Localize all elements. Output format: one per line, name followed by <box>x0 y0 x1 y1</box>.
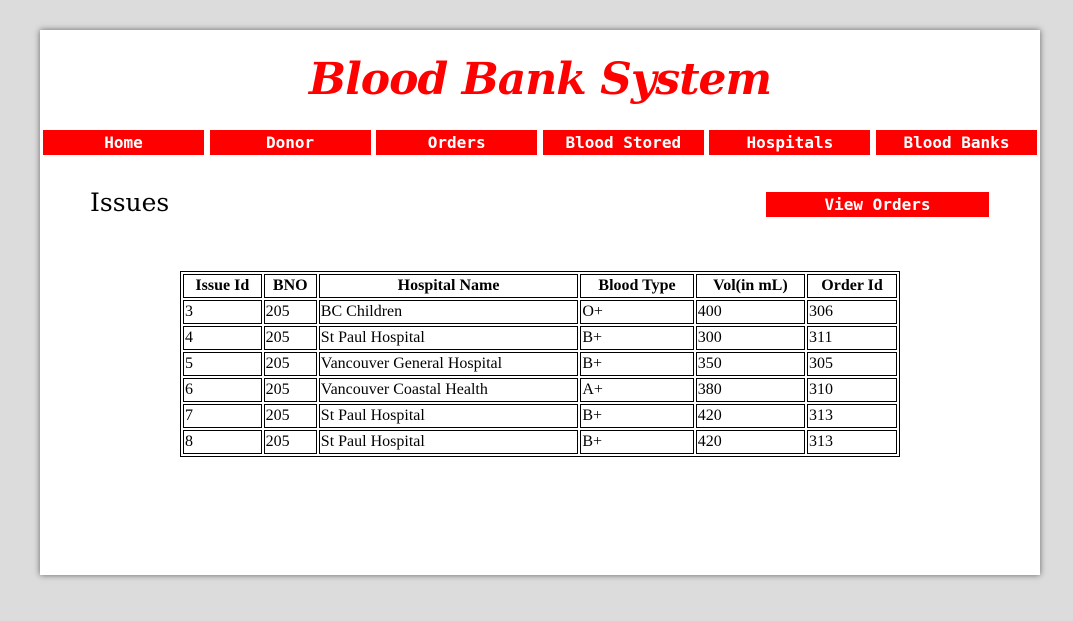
site-title: Blood Bank System <box>308 54 772 105</box>
issues-table: Issue Id BNO Hospital Name Blood Type Vo… <box>180 271 900 457</box>
view-orders-button[interactable]: View Orders <box>766 192 989 217</box>
cell-hospital-name: St Paul Hospital <box>318 326 579 350</box>
cell-order-id: 310 <box>807 378 897 402</box>
column-header-blood-type: Blood Type <box>580 274 694 298</box>
cell-issue-id: 5 <box>183 352 262 376</box>
cell-order-id: 311 <box>807 326 897 350</box>
cell-bno: 205 <box>263 404 317 428</box>
cell-volume: 350 <box>695 352 806 376</box>
cell-order-id: 313 <box>807 430 897 454</box>
cell-bno: 205 <box>263 326 317 350</box>
cell-issue-id: 6 <box>183 378 262 402</box>
cell-order-id: 305 <box>807 352 897 376</box>
cell-issue-id: 8 <box>183 430 262 454</box>
table-header-row: Issue Id BNO Hospital Name Blood Type Vo… <box>183 274 897 298</box>
section-title: Issues <box>90 188 170 217</box>
cell-blood-type: A+ <box>580 378 694 402</box>
table-row: 7 205 St Paul Hospital B+ 420 313 <box>183 404 897 428</box>
nav-item-blood-stored[interactable]: Blood Stored <box>542 130 704 155</box>
cell-volume: 420 <box>695 430 806 454</box>
nav-item-home[interactable]: Home <box>43 130 204 155</box>
cell-order-id: 313 <box>807 404 897 428</box>
cell-blood-type: O+ <box>580 300 694 324</box>
column-header-order-id: Order Id <box>807 274 897 298</box>
nav-item-blood-banks[interactable]: Blood Banks <box>875 130 1037 155</box>
cell-volume: 420 <box>695 404 806 428</box>
cell-hospital-name: Vancouver General Hospital <box>318 352 579 376</box>
cell-volume: 300 <box>695 326 806 350</box>
table-row: 3 205 BC Children O+ 400 306 <box>183 300 897 324</box>
column-header-bno: BNO <box>263 274 317 298</box>
cell-blood-type: B+ <box>580 352 694 376</box>
table-row: 5 205 Vancouver General Hospital B+ 350 … <box>183 352 897 376</box>
nav-item-hospitals[interactable]: Hospitals <box>709 130 871 155</box>
cell-volume: 400 <box>695 300 806 324</box>
cell-issue-id: 4 <box>183 326 262 350</box>
cell-bno: 205 <box>263 378 317 402</box>
cell-blood-type: B+ <box>580 326 694 350</box>
nav-item-donor[interactable]: Donor <box>209 130 371 155</box>
table-row: 6 205 Vancouver Coastal Health A+ 380 31… <box>183 378 897 402</box>
cell-blood-type: B+ <box>580 404 694 428</box>
cell-volume: 380 <box>695 378 806 402</box>
cell-bno: 205 <box>263 300 317 324</box>
cell-bno: 205 <box>263 352 317 376</box>
table-row: 4 205 St Paul Hospital B+ 300 311 <box>183 326 897 350</box>
cell-order-id: 306 <box>807 300 897 324</box>
cell-bno: 205 <box>263 430 317 454</box>
table-row: 8 205 St Paul Hospital B+ 420 313 <box>183 430 897 454</box>
nav-item-orders[interactable]: Orders <box>376 130 538 155</box>
page-container: Blood Bank System Home Donor Orders Bloo… <box>40 30 1040 575</box>
column-header-volume: Vol(in mL) <box>695 274 806 298</box>
cell-blood-type: B+ <box>580 430 694 454</box>
cell-hospital-name: St Paul Hospital <box>318 404 579 428</box>
column-header-issue-id: Issue Id <box>183 274 262 298</box>
main-nav: Home Donor Orders Blood Stored Hospitals… <box>43 130 1037 155</box>
column-header-hospital-name: Hospital Name <box>318 274 579 298</box>
cell-hospital-name: St Paul Hospital <box>318 430 579 454</box>
cell-hospital-name: Vancouver Coastal Health <box>318 378 579 402</box>
cell-issue-id: 7 <box>183 404 262 428</box>
cell-hospital-name: BC Children <box>318 300 579 324</box>
cell-issue-id: 3 <box>183 300 262 324</box>
